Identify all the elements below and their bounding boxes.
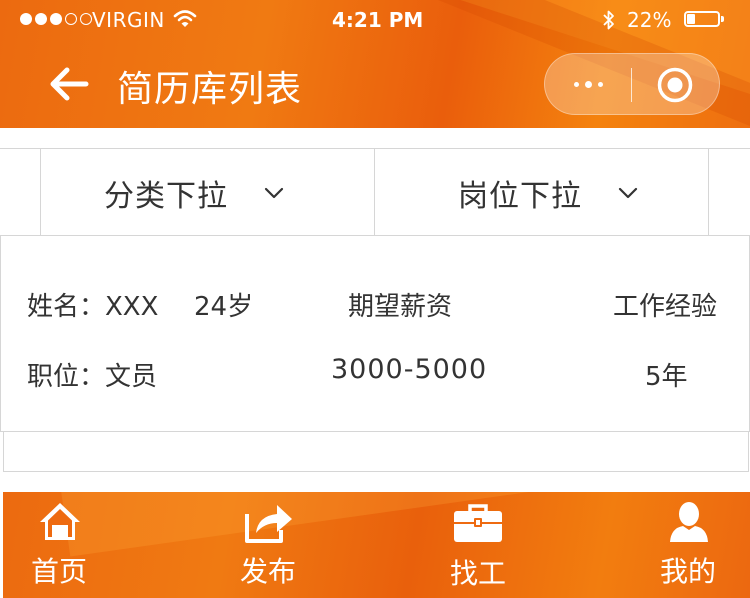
back-arrow-icon[interactable] (48, 66, 90, 102)
user-icon (670, 502, 708, 542)
chevron-down-icon (618, 187, 638, 198)
tab-publish[interactable]: 发布 (203, 492, 383, 598)
tab-bar: 首页 发布 找工 我的 (3, 492, 750, 598)
list-item-placeholder (3, 432, 749, 472)
briefcase-icon (454, 504, 502, 542)
signal-strength-icon (20, 13, 92, 25)
tab-home[interactable]: 首页 (3, 492, 183, 598)
category-dropdown-label: 分类下拉 (104, 178, 228, 214)
chevron-down-icon (264, 187, 284, 198)
salary-header: 期望薪资 (348, 292, 453, 322)
more-options-button[interactable] (545, 54, 631, 114)
filter-divider (708, 149, 709, 236)
resume-card[interactable]: 姓名：XXX 24岁 期望薪资 工作经验 职位：文员 3000-5000 5年 (0, 236, 750, 432)
battery-percentage: 22% (627, 8, 672, 32)
tab-label: 找工 (450, 557, 507, 590)
wifi-icon (173, 10, 197, 27)
resume-name: 姓名：XXX (27, 292, 159, 322)
salary-value: 3000-5000 (331, 354, 488, 385)
experience-value: 5年 (645, 362, 688, 392)
tab-find-work[interactable]: 找工 (423, 492, 583, 598)
page: VIRGIN 4:21 PM 22% 简历库列表 分类下拉 岗位下拉 姓名：XX… (0, 0, 750, 598)
share-icon (245, 505, 292, 543)
page-title: 简历库列表 (117, 69, 303, 110)
tab-label: 首页 (31, 555, 88, 588)
filter-divider (40, 149, 41, 236)
resume-age: 24岁 (194, 292, 254, 322)
position-dropdown-label: 岗位下拉 (458, 178, 582, 214)
position-dropdown[interactable]: 岗位下拉 (458, 149, 638, 236)
tab-label: 我的 (660, 555, 717, 588)
tab-mine[interactable]: 我的 (623, 492, 750, 598)
filter-bar: 分类下拉 岗位下拉 (0, 148, 750, 236)
home-icon (40, 503, 80, 540)
close-mini-program-button[interactable] (657, 67, 693, 103)
tab-label: 发布 (240, 555, 297, 588)
battery-icon (684, 11, 724, 27)
header: VIRGIN 4:21 PM 22% 简历库列表 (0, 0, 750, 128)
resume-job: 职位：文员 (27, 362, 158, 392)
bluetooth-icon (603, 10, 614, 30)
capsule-divider (631, 68, 632, 102)
carrier-name: VIRGIN (92, 8, 165, 32)
experience-header: 工作经验 (613, 292, 718, 322)
filter-divider (374, 149, 375, 236)
category-dropdown[interactable]: 分类下拉 (104, 149, 284, 236)
mini-program-capsule (544, 53, 720, 115)
clock: 4:21 PM (332, 8, 424, 32)
status-bar: VIRGIN 4:21 PM 22% (0, 0, 750, 40)
